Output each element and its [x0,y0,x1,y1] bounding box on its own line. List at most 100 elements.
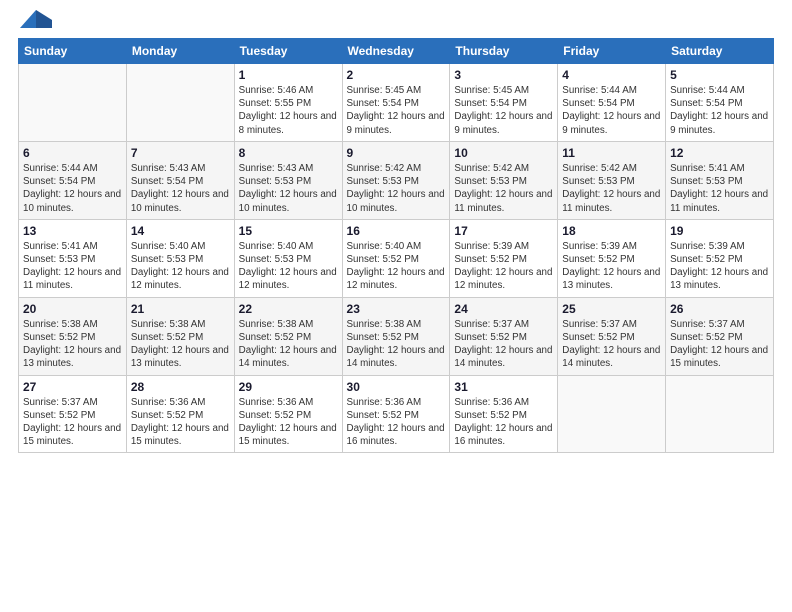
day-number: 22 [239,302,338,316]
day-number: 24 [454,302,553,316]
day-number: 19 [670,224,769,238]
day-number: 15 [239,224,338,238]
day-info: Sunrise: 5:40 AM Sunset: 5:52 PM Dayligh… [347,240,446,293]
calendar-cell: 22 Sunrise: 5:38 AM Sunset: 5:52 PM Dayli… [234,297,342,375]
day-info: Sunrise: 5:44 AM Sunset: 5:54 PM Dayligh… [23,162,122,215]
day-info: Sunrise: 5:38 AM Sunset: 5:52 PM Dayligh… [347,318,446,371]
calendar-cell: 13Sunrise: 5:41 AM Sunset: 5:53 PM Dayli… [19,219,127,297]
weekday-header-sunday: Sunday [19,39,127,64]
calendar-cell: 12Sunrise: 5:41 AM Sunset: 5:53 PM Dayli… [666,141,774,219]
calendar-cell: 15 Sunrise: 5:40 AM Sunset: 5:53 PM Dayli… [234,219,342,297]
day-number: 25 [562,302,661,316]
calendar-cell: 6 Sunrise: 5:44 AM Sunset: 5:54 PM Daylig… [19,141,127,219]
day-info: Sunrise: 5:40 AM Sunset: 5:53 PM Dayligh… [239,240,338,293]
day-info: Sunrise: 5:37 AM Sunset: 5:52 PM Dayligh… [670,318,769,371]
day-number: 8 [239,146,338,160]
day-info: Sunrise: 5:44 AM Sunset: 5:54 PM Dayligh… [670,84,769,137]
day-info: Sunrise: 5:45 AM Sunset: 5:54 PM Dayligh… [454,84,553,137]
day-number: 29 [239,380,338,394]
calendar-cell: 7Sunrise: 5:43 AM Sunset: 5:54 PM Daylig… [126,141,234,219]
day-number: 17 [454,224,553,238]
day-number: 26 [670,302,769,316]
day-info: Sunrise: 5:39 AM Sunset: 5:52 PM Dayligh… [670,240,769,293]
day-number: 16 [347,224,446,238]
calendar-header-row: SundayMondayTuesdayWednesdayThursdayFrid… [19,39,774,64]
day-number: 11 [562,146,661,160]
weekday-header-wednesday: Wednesday [342,39,450,64]
weekday-header-saturday: Saturday [666,39,774,64]
calendar-cell: 9 Sunrise: 5:42 AM Sunset: 5:53 PM Daylig… [342,141,450,219]
calendar-cell: 4 Sunrise: 5:44 AM Sunset: 5:54 PM Daylig… [558,64,666,142]
day-info: Sunrise: 5:46 AM Sunset: 5:55 PM Dayligh… [239,84,338,137]
calendar-cell: 28 Sunrise: 5:36 AM Sunset: 5:52 PM Dayli… [126,375,234,453]
day-info: Sunrise: 5:37 AM Sunset: 5:52 PM Dayligh… [23,396,122,449]
calendar-cell: 31Sunrise: 5:36 AM Sunset: 5:52 PM Dayli… [450,375,558,453]
calendar-cell: 30 Sunrise: 5:36 AM Sunset: 5:52 PM Dayli… [342,375,450,453]
day-number: 2 [347,68,446,82]
day-info: Sunrise: 5:36 AM Sunset: 5:52 PM Dayligh… [454,396,553,449]
calendar-cell [666,375,774,453]
day-info: Sunrise: 5:42 AM Sunset: 5:53 PM Dayligh… [454,162,553,215]
day-info: Sunrise: 5:38 AM Sunset: 5:52 PM Dayligh… [239,318,338,371]
day-number: 23 [347,302,446,316]
calendar-cell: 2 Sunrise: 5:45 AM Sunset: 5:54 PM Daylig… [342,64,450,142]
calendar-week-3: 13Sunrise: 5:41 AM Sunset: 5:53 PM Dayli… [19,219,774,297]
calendar-cell: 24 Sunrise: 5:37 AM Sunset: 5:52 PM Dayli… [450,297,558,375]
calendar-cell: 21 Sunrise: 5:38 AM Sunset: 5:52 PM Dayli… [126,297,234,375]
calendar-cell [126,64,234,142]
day-number: 20 [23,302,122,316]
day-number: 18 [562,224,661,238]
day-info: Sunrise: 5:45 AM Sunset: 5:54 PM Dayligh… [347,84,446,137]
calendar-cell: 17 Sunrise: 5:39 AM Sunset: 5:52 PM Dayli… [450,219,558,297]
day-info: Sunrise: 5:41 AM Sunset: 5:53 PM Dayligh… [670,162,769,215]
day-info: Sunrise: 5:39 AM Sunset: 5:52 PM Dayligh… [562,240,661,293]
calendar-cell [19,64,127,142]
day-info: Sunrise: 5:40 AM Sunset: 5:53 PM Dayligh… [131,240,230,293]
calendar-week-4: 20 Sunrise: 5:38 AM Sunset: 5:52 PM Dayli… [19,297,774,375]
day-number: 9 [347,146,446,160]
calendar-cell: 14 Sunrise: 5:40 AM Sunset: 5:53 PM Dayli… [126,219,234,297]
day-info: Sunrise: 5:43 AM Sunset: 5:54 PM Dayligh… [131,162,230,215]
day-info: Sunrise: 5:37 AM Sunset: 5:52 PM Dayligh… [562,318,661,371]
day-info: Sunrise: 5:36 AM Sunset: 5:52 PM Dayligh… [239,396,338,449]
calendar-week-1: 1 Sunrise: 5:46 AM Sunset: 5:55 PM Daylig… [19,64,774,142]
calendar-cell: 3Sunrise: 5:45 AM Sunset: 5:54 PM Daylig… [450,64,558,142]
header [18,18,774,28]
calendar-cell: 16 Sunrise: 5:40 AM Sunset: 5:52 PM Dayli… [342,219,450,297]
calendar-cell: 10 Sunrise: 5:42 AM Sunset: 5:53 PM Dayli… [450,141,558,219]
day-number: 6 [23,146,122,160]
day-number: 21 [131,302,230,316]
calendar-cell: 23 Sunrise: 5:38 AM Sunset: 5:52 PM Dayli… [342,297,450,375]
calendar-cell: 11 Sunrise: 5:42 AM Sunset: 5:53 PM Dayli… [558,141,666,219]
weekday-header-friday: Friday [558,39,666,64]
day-info: Sunrise: 5:39 AM Sunset: 5:52 PM Dayligh… [454,240,553,293]
calendar-cell: 27Sunrise: 5:37 AM Sunset: 5:52 PM Dayli… [19,375,127,453]
calendar-table: SundayMondayTuesdayWednesdayThursdayFrid… [18,38,774,453]
calendar-cell: 29 Sunrise: 5:36 AM Sunset: 5:52 PM Dayli… [234,375,342,453]
day-number: 14 [131,224,230,238]
calendar-cell: 18 Sunrise: 5:39 AM Sunset: 5:52 PM Dayli… [558,219,666,297]
day-info: Sunrise: 5:42 AM Sunset: 5:53 PM Dayligh… [562,162,661,215]
day-info: Sunrise: 5:36 AM Sunset: 5:52 PM Dayligh… [347,396,446,449]
day-number: 30 [347,380,446,394]
day-info: Sunrise: 5:36 AM Sunset: 5:52 PM Dayligh… [131,396,230,449]
calendar-week-2: 6 Sunrise: 5:44 AM Sunset: 5:54 PM Daylig… [19,141,774,219]
calendar-cell: 1 Sunrise: 5:46 AM Sunset: 5:55 PM Daylig… [234,64,342,142]
weekday-header-thursday: Thursday [450,39,558,64]
weekday-header-monday: Monday [126,39,234,64]
day-info: Sunrise: 5:42 AM Sunset: 5:53 PM Dayligh… [347,162,446,215]
day-info: Sunrise: 5:37 AM Sunset: 5:52 PM Dayligh… [454,318,553,371]
day-number: 4 [562,68,661,82]
day-number: 28 [131,380,230,394]
calendar-cell [558,375,666,453]
logo [18,18,52,28]
day-info: Sunrise: 5:38 AM Sunset: 5:52 PM Dayligh… [23,318,122,371]
calendar-cell: 5Sunrise: 5:44 AM Sunset: 5:54 PM Daylig… [666,64,774,142]
day-info: Sunrise: 5:38 AM Sunset: 5:52 PM Dayligh… [131,318,230,371]
page: SundayMondayTuesdayWednesdayThursdayFrid… [0,0,792,612]
day-number: 10 [454,146,553,160]
calendar-cell: 20 Sunrise: 5:38 AM Sunset: 5:52 PM Dayli… [19,297,127,375]
day-info: Sunrise: 5:44 AM Sunset: 5:54 PM Dayligh… [562,84,661,137]
calendar-cell: 19 Sunrise: 5:39 AM Sunset: 5:52 PM Dayli… [666,219,774,297]
day-number: 1 [239,68,338,82]
